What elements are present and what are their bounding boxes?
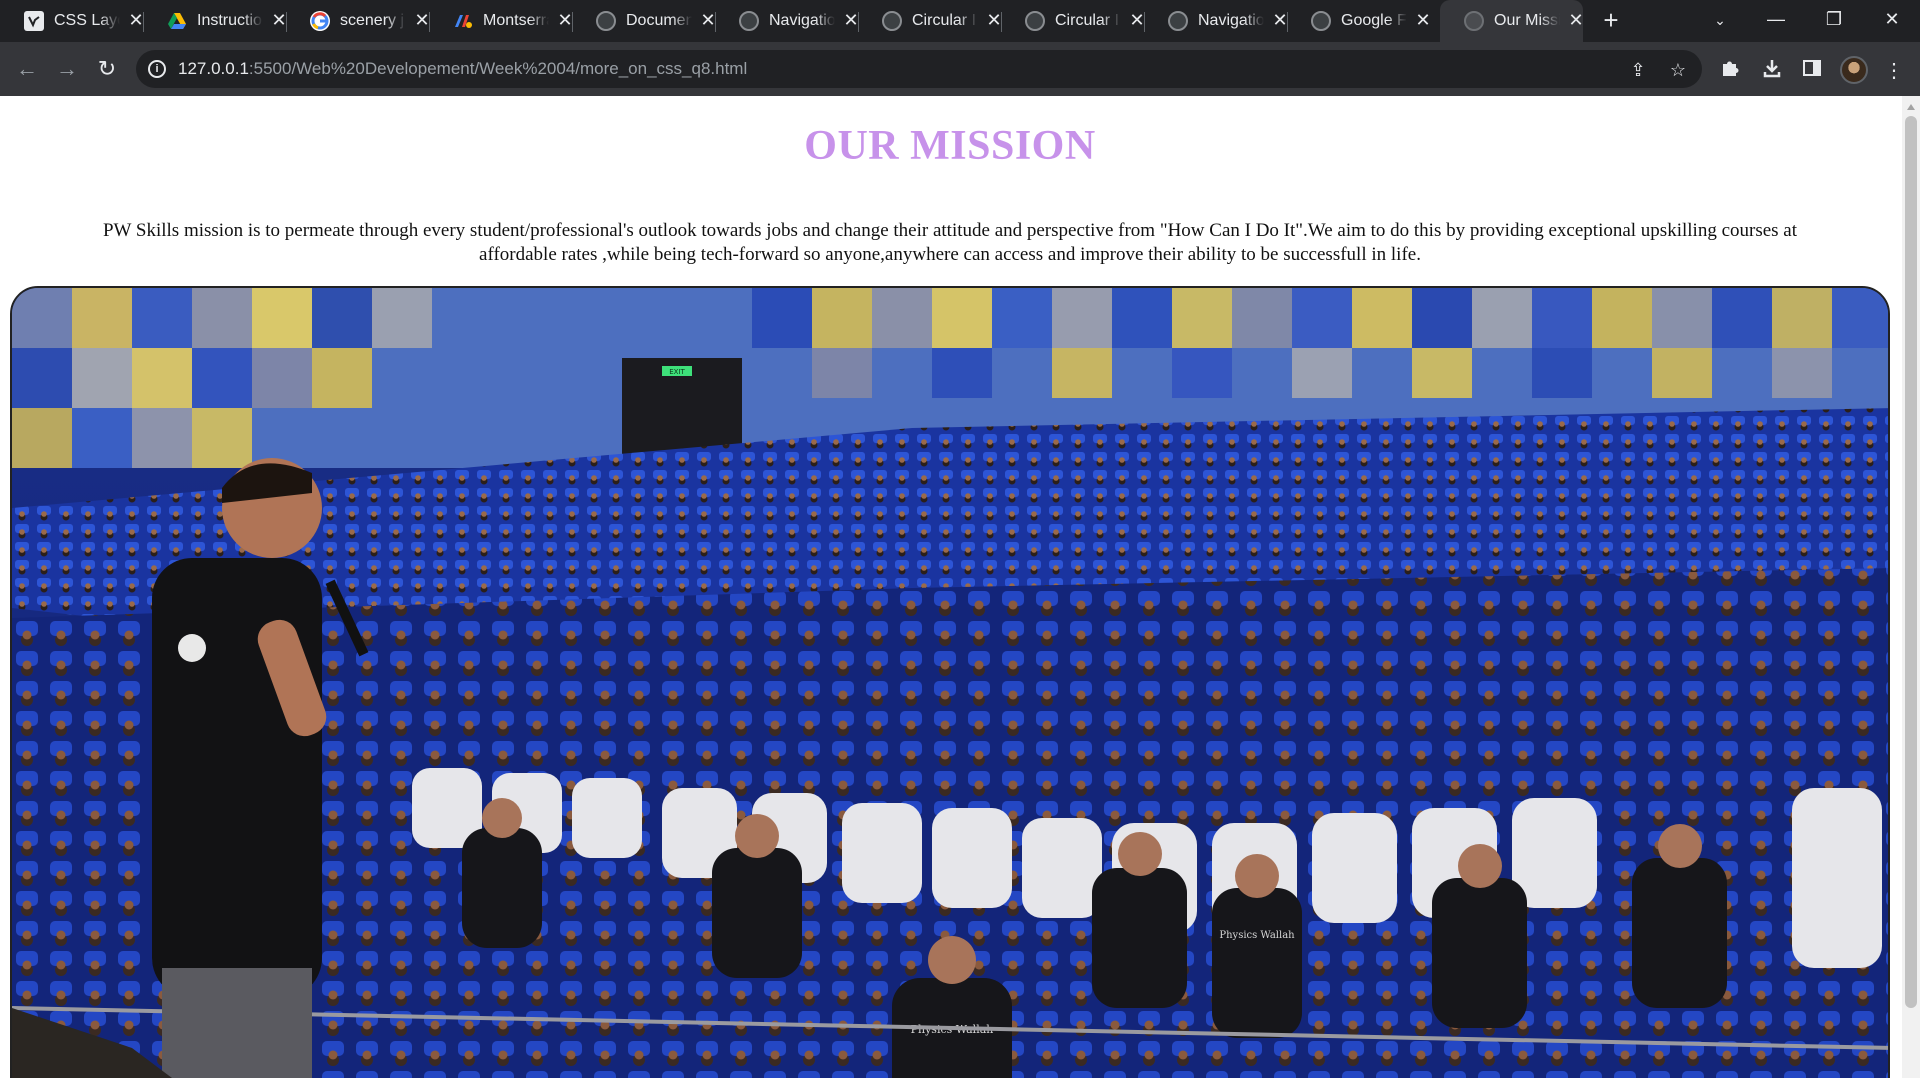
tab-title: Navigation: [1198, 12, 1264, 29]
restore-button[interactable]: ❐: [1806, 0, 1862, 40]
site-info-icon[interactable]: i: [148, 60, 166, 78]
auditorium-photo: EXIT Physics Wallah: [10, 286, 1890, 1078]
tab-instructions[interactable]: Instructions ✕: [143, 0, 287, 42]
tab-strip: CSS Layout ✕ Instructions ✕ scenery j ✕ …: [0, 0, 1920, 42]
tab-scenery[interactable]: scenery j ✕: [286, 0, 430, 42]
globe-icon: [882, 11, 902, 31]
google-icon: [310, 11, 330, 31]
tab-title: Our Mission: [1494, 12, 1560, 29]
forward-button[interactable]: →: [52, 54, 82, 84]
scroll-thumb[interactable]: [1905, 116, 1917, 1008]
globe-icon: [596, 11, 616, 31]
tab-circular-1[interactable]: Circular I ✕: [858, 0, 1002, 42]
tab-our-mission[interactable]: Our Mission ✕: [1440, 0, 1584, 42]
close-icon[interactable]: ✕: [1412, 9, 1434, 31]
minimize-button[interactable]: —: [1748, 0, 1804, 40]
back-button[interactable]: ←: [12, 54, 42, 84]
tab-montserrat[interactable]: Montserrat ✕: [429, 0, 573, 42]
tab-css-layout[interactable]: CSS Layout ✕: [0, 0, 144, 42]
close-icon[interactable]: ✕: [1565, 9, 1587, 31]
globe-icon: [739, 11, 759, 31]
share-icon[interactable]: ⇪: [1626, 58, 1650, 82]
reload-button[interactable]: ↻: [92, 54, 122, 84]
exit-sign-text: EXIT: [669, 368, 685, 376]
tab-title: Montserrat: [483, 12, 549, 29]
tab-navigation-1[interactable]: Navigation ✕: [715, 0, 859, 42]
address-bar[interactable]: i 127.0.0.1:5500/Web%20Developement/Week…: [136, 50, 1702, 88]
tab-title: Instructions: [197, 12, 263, 29]
mission-paragraph: PW Skills mission is to permeate through…: [102, 220, 1798, 265]
bookmark-star-icon[interactable]: ☆: [1666, 58, 1690, 82]
tab-document[interactable]: Document ✕: [572, 0, 716, 42]
profile-avatar[interactable]: [1840, 56, 1868, 84]
close-window-button[interactable]: ✕: [1864, 0, 1920, 40]
side-panel-icon[interactable]: [1798, 57, 1826, 85]
globe-icon: [1464, 11, 1484, 31]
tab-search-chevron-icon[interactable]: ⌄: [1710, 10, 1730, 30]
tab-title: Navigation: [769, 12, 835, 29]
tab-circular-2[interactable]: Circular I ✕: [1001, 0, 1145, 42]
tab-google-fonts[interactable]: Google F ✕: [1287, 0, 1431, 42]
globe-icon: [1311, 11, 1331, 31]
download-icon[interactable]: [1758, 57, 1786, 85]
url-text[interactable]: 127.0.0.1:5500/Web%20Developement/Week%2…: [178, 59, 747, 79]
new-tab-button[interactable]: +: [1598, 7, 1624, 34]
page-title: OUR MISSION: [804, 123, 1096, 169]
extensions-puzzle-icon[interactable]: [1716, 57, 1744, 85]
tab-title: CSS Layout: [54, 12, 120, 29]
tab-title: Document: [626, 12, 692, 29]
globe-icon: [1025, 11, 1045, 31]
globe-icon: [1168, 11, 1188, 31]
url-host: 127.0.0.1: [178, 59, 249, 78]
tab-navigation-2[interactable]: Navigation ✕: [1144, 0, 1288, 42]
google-drive-icon: [167, 11, 187, 31]
page-viewport: OUR MISSION PW Skills mission is to perm…: [0, 96, 1902, 1078]
vertical-scrollbar[interactable]: [1902, 96, 1920, 1078]
scroll-up-arrow-icon[interactable]: [1907, 104, 1915, 110]
tab-title: Circular I: [912, 12, 977, 29]
menu-kebab-icon[interactable]: ⋮: [1880, 57, 1908, 85]
browser-toolbar: ← → ↻ i 127.0.0.1:5500/Web%20Developemen…: [0, 42, 1920, 96]
google-fonts-icon: [453, 11, 473, 31]
url-path: :5500/Web%20Developement/Week%2004/more_…: [248, 59, 748, 78]
tab-title: scenery j: [340, 12, 405, 29]
tab-title: Google F: [1341, 12, 1407, 29]
auditorium-photo-graphic: EXIT Physics Wallah: [12, 288, 1888, 1078]
shirt-print-text: Physics Wallah: [1219, 930, 1295, 941]
css-tricks-icon: [24, 11, 44, 31]
tab-title: Circular I: [1055, 12, 1120, 29]
